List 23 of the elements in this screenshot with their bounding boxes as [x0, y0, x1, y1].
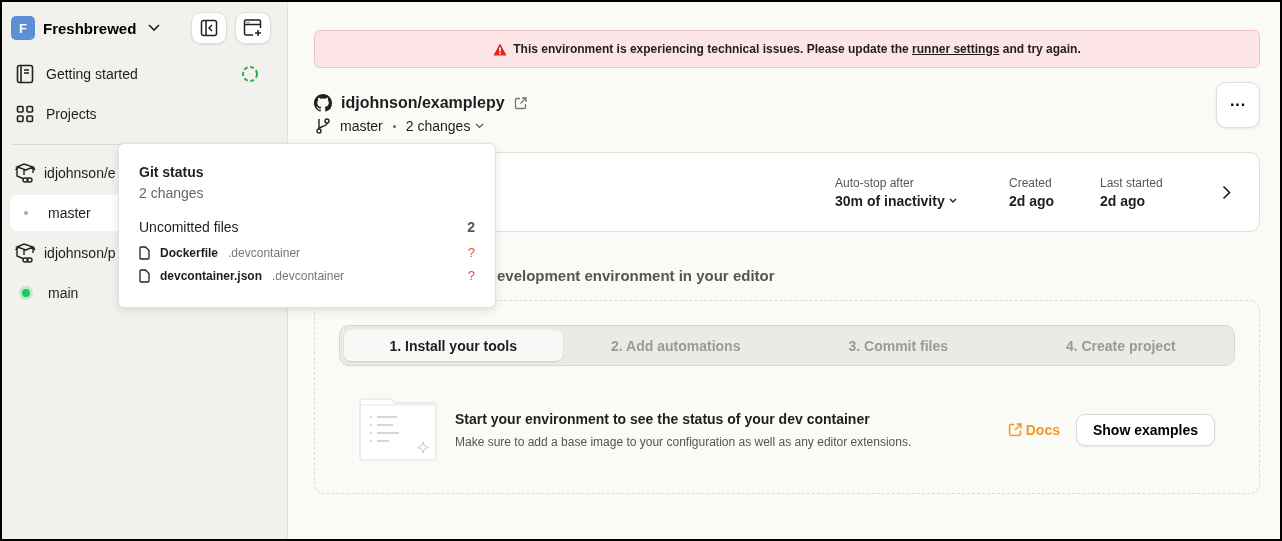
alert-message: This environment is experiencing technical issues. Please update the runner settings and try again.: [513, 42, 1081, 56]
instruction-description: Make sure to add a base image to your configuration as well as any editor extensions.: [455, 435, 913, 449]
section-label: Uncomitted files: [139, 219, 239, 235]
file-count: 2: [467, 219, 475, 235]
file-directory: .devcontainer: [228, 245, 301, 260]
instruction-title: Start your environment to see the status of your dev container: [455, 411, 871, 427]
file-name: Dockerfile: [160, 245, 219, 260]
file-name: devcontainer.json: [160, 268, 263, 283]
workspace-name: Freshbrewed: [43, 19, 137, 37]
untracked-status: ?: [467, 245, 475, 260]
field-label: Last started: [1100, 175, 1164, 190]
popover-title: Git status: [139, 164, 205, 180]
untracked-status: ?: [467, 268, 475, 283]
section-heading: evelopment environment in your editor: [497, 267, 776, 284]
field-value: 2d ago: [1009, 192, 1056, 209]
branch-name: master: [340, 118, 383, 134]
file-directory: .devcontainer: [272, 268, 345, 283]
field-label: Auto-stop after: [835, 175, 915, 190]
field-label: Created: [1009, 175, 1053, 190]
field-value: 2d ago: [1100, 192, 1147, 209]
workspace-avatar: F: [11, 16, 35, 40]
change-count: 2 changes: [139, 185, 205, 201]
repository-name: idjohnson/examplepy: [341, 94, 505, 112]
